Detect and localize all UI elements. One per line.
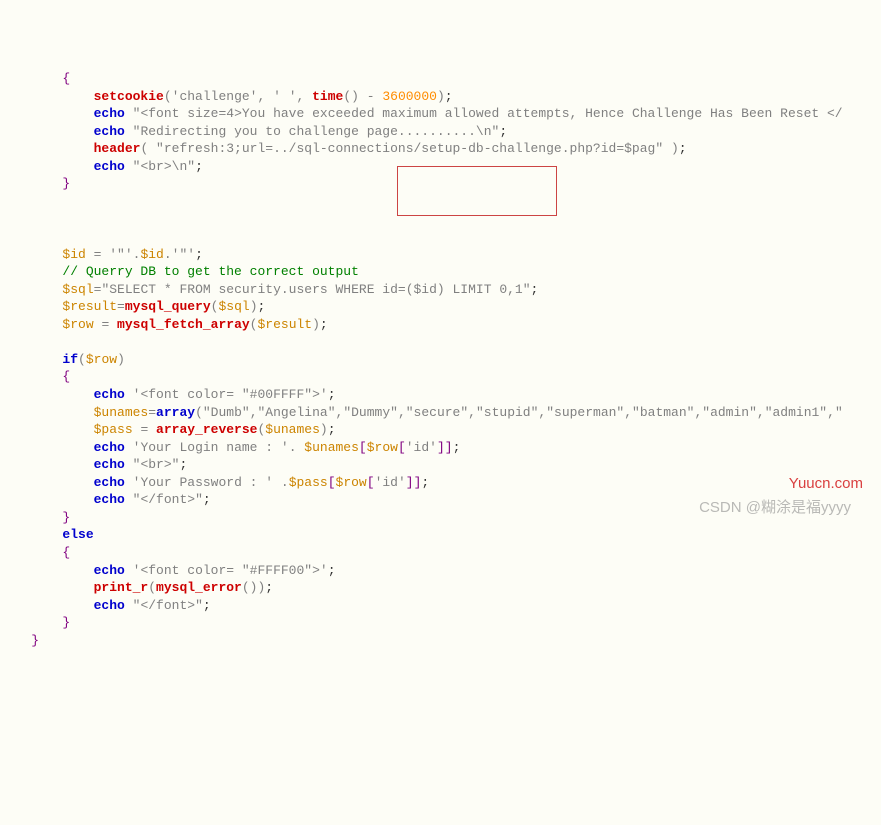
- code-line: echo '<font color= "#00FFFF">';: [0, 386, 881, 404]
- code-line: $pass = array_reverse($unames);: [0, 421, 881, 439]
- code-line: echo "<br>";: [0, 456, 881, 474]
- code-line: echo '<font color= "#FFFF00">';: [0, 562, 881, 580]
- code-line: $result=mysql_query($sql);: [0, 298, 881, 316]
- code-line: echo 'Your Password : ' .$pass[$row['id'…: [0, 474, 881, 492]
- code-line: print_r(mysql_error());: [0, 579, 881, 597]
- code-line: [0, 193, 881, 211]
- code-line: [0, 333, 881, 351]
- code-line: $sql="SELECT * FROM security.users WHERE…: [0, 281, 881, 299]
- code-line: }: [0, 614, 881, 632]
- code-line: echo "<font size=4>You have exceeded max…: [0, 105, 881, 123]
- code-line: header( "refresh:3;url=../sql-connection…: [0, 140, 881, 158]
- code-line: }: [0, 175, 881, 193]
- code-line: $unames=array("Dumb","Angelina","Dummy",…: [0, 404, 881, 422]
- code-line: if($row): [0, 351, 881, 369]
- code-line: {: [0, 544, 881, 562]
- code-line: echo "Redirecting you to challenge page.…: [0, 123, 881, 141]
- code-line: echo "</font>";: [0, 491, 881, 509]
- code-line: }: [0, 509, 881, 527]
- code-line: }: [0, 632, 881, 650]
- code-line: echo "</font>";: [0, 597, 881, 615]
- code-line: [0, 211, 881, 229]
- code-line: else: [0, 526, 881, 544]
- code-line: $row = mysql_fetch_array($result);: [0, 316, 881, 334]
- code-line: echo 'Your Login name : '. $unames[$row[…: [0, 439, 881, 457]
- code-line: {: [0, 368, 881, 386]
- code-line: // Querry DB to get the correct output: [0, 263, 881, 281]
- code-line: echo "<br>\n";: [0, 158, 881, 176]
- code-block: { setcookie('challenge', ' ', time() - 3…: [0, 70, 881, 649]
- code-line: [0, 228, 881, 246]
- code-line: setcookie('challenge', ' ', time() - 360…: [0, 88, 881, 106]
- code-line: {: [0, 70, 881, 88]
- code-line: $id = '"'.$id.'"';: [0, 246, 881, 264]
